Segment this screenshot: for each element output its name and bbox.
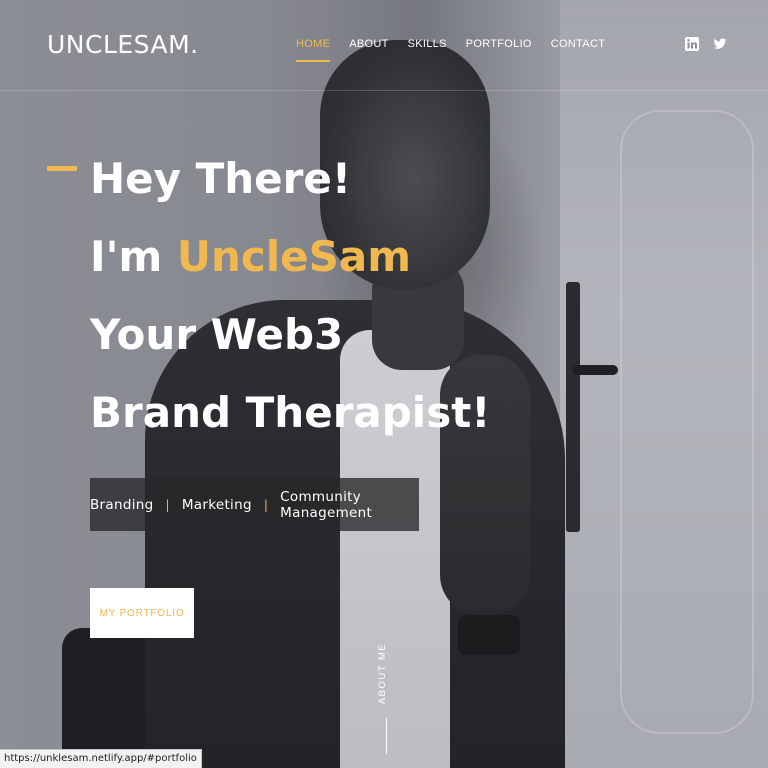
- service-separator: |: [263, 497, 269, 512]
- main-nav: HOME ABOUT SKILLS PORTFOLIO CONTACT: [296, 38, 624, 62]
- nav-skills[interactable]: SKILLS: [408, 38, 447, 50]
- nav-portfolio-label: PORTFOLIO: [465, 38, 532, 50]
- services-box: Branding | Marketing | Community Managem…: [90, 478, 419, 531]
- hero-line-4: Brand Therapist!: [90, 388, 491, 437]
- hero-line-2-prefix: I'm: [90, 232, 177, 281]
- linkedin-icon[interactable]: [685, 37, 699, 51]
- nav-home[interactable]: HOME: [296, 38, 331, 62]
- hero-line-1: Hey There!: [90, 154, 352, 203]
- hero-line-2: I'm UncleSam: [90, 218, 490, 296]
- nav-home-label: HOME: [296, 38, 331, 50]
- nav-portfolio[interactable]: PORTFOLIO: [466, 38, 532, 50]
- about-me-label: ABOUT ME: [377, 642, 389, 705]
- service-marketing: Marketing: [181, 496, 252, 513]
- hero-accent-dash: [47, 166, 77, 171]
- about-me-line: [386, 718, 387, 754]
- nav-about-label: ABOUT: [349, 38, 389, 50]
- nav-contact-label: CONTACT: [550, 38, 606, 50]
- twitter-icon[interactable]: [713, 37, 727, 51]
- service-branding: Branding: [90, 496, 154, 513]
- about-me-scroll-link[interactable]: ABOUT ME: [374, 640, 400, 712]
- site-header: UNCLESAM. HOME ABOUT SKILLS PORTFOLIO CO…: [0, 0, 768, 91]
- nav-about[interactable]: ABOUT: [349, 38, 388, 50]
- nav-contact[interactable]: CONTACT: [551, 38, 605, 50]
- hero-name: UncleSam: [176, 232, 412, 281]
- hero-line-3: Your Web3: [90, 310, 344, 359]
- service-separator: |: [165, 497, 170, 512]
- site-logo[interactable]: UNCLESAM.: [47, 30, 199, 59]
- my-portfolio-button[interactable]: MY PORTFOLIO: [90, 588, 194, 638]
- hero-heading: Hey There! I'm UncleSam Your Web3 Brand …: [90, 140, 490, 452]
- browser-status-bar: https://unklesam.netlify.app/#portfolio: [0, 749, 202, 768]
- social-links: [685, 37, 727, 51]
- service-community-management: Community Management: [280, 488, 373, 521]
- nav-skills-label: SKILLS: [407, 38, 447, 50]
- nav-active-underline: [296, 60, 331, 62]
